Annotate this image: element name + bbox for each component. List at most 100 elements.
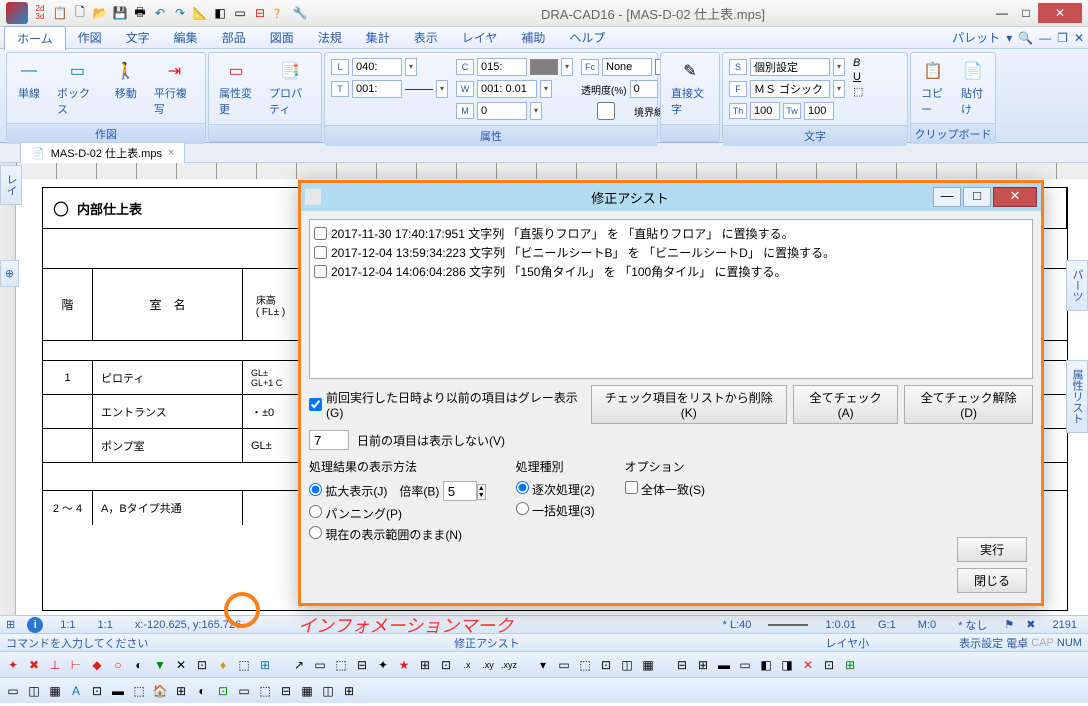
status-icon[interactable]: ✖: [1026, 618, 1035, 631]
font-input[interactable]: [750, 80, 830, 98]
document-tab[interactable]: 📄 MAS-D-02 仕上表.mps ×: [20, 142, 185, 163]
qat-icon[interactable]: 📋: [52, 5, 68, 21]
qat-2d3d-icon[interactable]: 2d3d: [32, 5, 48, 21]
box-button[interactable]: ▭ボックス: [53, 57, 102, 119]
item-checkbox[interactable]: [314, 246, 327, 259]
tool-icon[interactable]: ▬: [715, 656, 733, 674]
days-input[interactable]: [309, 430, 349, 450]
line-button[interactable]: —単線: [13, 57, 45, 103]
execute-button[interactable]: 実行: [957, 537, 1027, 562]
tab-assist[interactable]: 補助: [509, 26, 557, 49]
palette-menu[interactable]: パレット: [952, 29, 1000, 46]
dialog-maximize-button[interactable]: □: [963, 187, 991, 207]
close-tab-icon[interactable]: ×: [168, 147, 174, 159]
tool-icon[interactable]: ○: [109, 656, 127, 674]
sequential-radio[interactable]: 逐次処理(2): [516, 481, 595, 498]
tool-icon[interactable]: ⬚: [130, 682, 148, 700]
tool-icon[interactable]: ⊟: [277, 682, 295, 700]
tool-icon[interactable]: ⊟: [353, 656, 371, 674]
tool-icon[interactable]: ✕: [799, 656, 817, 674]
tab-home[interactable]: ホーム: [4, 26, 66, 50]
tool-icon[interactable]: ◫: [319, 682, 337, 700]
qat-save-icon[interactable]: 💾: [112, 5, 128, 21]
status-layer[interactable]: * L:40: [718, 618, 757, 632]
ribbon-min-icon[interactable]: —: [1039, 31, 1051, 45]
dropdown-icon[interactable]: ▾: [540, 80, 552, 98]
tool-icon[interactable]: .xyz: [500, 656, 518, 674]
tool-icon[interactable]: ↗: [290, 656, 308, 674]
qat-icon[interactable]: 📐: [192, 5, 208, 21]
tool-icon[interactable]: ◆: [88, 656, 106, 674]
parallel-copy-button[interactable]: ⇥平行複写: [150, 57, 199, 119]
dialog-titlebar[interactable]: 修正アシスト — □ ✕: [301, 183, 1041, 211]
m-input[interactable]: [477, 102, 527, 120]
list-item[interactable]: 2017-11-30 17:40:17:951 文字列 「直張りフロア」 を 「…: [314, 224, 1028, 243]
style-input[interactable]: [750, 58, 830, 76]
check-all-button[interactable]: 全てチェック(A): [793, 385, 898, 424]
remove-checked-button[interactable]: チェック項目をリストから削除(K): [591, 385, 787, 424]
status-group[interactable]: G:1: [873, 618, 901, 632]
tool-icon[interactable]: ▭: [311, 656, 329, 674]
tool-icon[interactable]: ⊞: [256, 656, 274, 674]
bold-icon[interactable]: B: [853, 57, 863, 69]
maximize-button[interactable]: □: [1014, 3, 1038, 23]
qat-icon[interactable]: ⊟: [252, 5, 268, 21]
tool-icon[interactable]: ▭: [4, 682, 22, 700]
tab-parts[interactable]: 部品: [210, 26, 258, 49]
transparency-input[interactable]: [630, 80, 658, 98]
side-panel-parts[interactable]: パーツ: [1066, 260, 1088, 311]
tool-icon[interactable]: ⊡: [214, 682, 232, 700]
qat-icon[interactable]: ▭: [232, 5, 248, 21]
copy-button[interactable]: 📋コピー: [917, 57, 949, 119]
command-prompt[interactable]: コマンドを入力してください: [6, 635, 148, 651]
qat-icon[interactable]: 🔧: [292, 5, 308, 21]
panning-radio[interactable]: パンニング(P): [309, 505, 486, 522]
dialog-minimize-button[interactable]: —: [933, 187, 961, 207]
tool-icon[interactable]: ◐: [130, 656, 148, 674]
tool-icon[interactable]: ⊞: [841, 656, 859, 674]
status-calc[interactable]: 電卓: [1006, 635, 1028, 651]
tool-icon[interactable]: ◐: [193, 682, 211, 700]
batch-radio[interactable]: 一括処理(3): [516, 502, 595, 519]
tool-icon[interactable]: ⊢: [67, 656, 85, 674]
tool-icon[interactable]: ⊥: [46, 656, 64, 674]
tab-text[interactable]: 文字: [114, 26, 162, 49]
attr-change-button[interactable]: ▭属性変更: [215, 57, 257, 119]
move-button[interactable]: 🚶移動: [110, 57, 142, 103]
side-panel-tab[interactable]: レイ: [0, 165, 22, 205]
current-range-radio[interactable]: 現在の表示範囲のまま(N): [309, 526, 486, 543]
tool-icon[interactable]: ◧: [757, 656, 775, 674]
linetype-input[interactable]: [352, 80, 402, 98]
tool-icon[interactable]: ♦: [214, 656, 232, 674]
tool-icon[interactable]: ✦: [4, 656, 22, 674]
tool-icon[interactable]: ▦: [639, 656, 657, 674]
tool-icon[interactable]: ▬: [109, 682, 127, 700]
status-scale3[interactable]: 1:0.01: [820, 618, 861, 632]
status-layers[interactable]: レイヤ小: [825, 635, 869, 651]
tool-icon[interactable]: .x: [458, 656, 476, 674]
tab-tally[interactable]: 集計: [354, 26, 402, 49]
status-scale1[interactable]: 1:1: [55, 618, 80, 632]
tool-icon[interactable]: ✦: [374, 656, 392, 674]
dialog-close-button[interactable]: ✕: [993, 187, 1037, 207]
fillcolor-input[interactable]: [602, 58, 652, 76]
tool-icon[interactable]: ⬚: [256, 682, 274, 700]
tool-icon[interactable]: ◨: [778, 656, 796, 674]
status-icon[interactable]: ⚑: [1004, 618, 1014, 631]
tab-help[interactable]: ヘルプ: [557, 26, 617, 49]
status-display[interactable]: 表示設定: [959, 635, 1003, 651]
tool-icon[interactable]: ⊡: [193, 656, 211, 674]
tab-draw[interactable]: 作図: [66, 26, 114, 49]
color-swatch[interactable]: [530, 59, 558, 75]
tool-icon[interactable]: ▦: [46, 682, 64, 700]
tool-icon[interactable]: ◫: [618, 656, 636, 674]
tool-icon[interactable]: ⊡: [88, 682, 106, 700]
tab-edit[interactable]: 編集: [162, 26, 210, 49]
qat-redo-icon[interactable]: ↷: [172, 5, 188, 21]
tab-layer[interactable]: レイヤ: [450, 26, 510, 49]
tool-icon[interactable]: .xy: [479, 656, 497, 674]
minimize-button[interactable]: —: [990, 3, 1014, 23]
close-button[interactable]: ✕: [1038, 3, 1082, 23]
tool-icon[interactable]: ⊞: [340, 682, 358, 700]
qat-help-icon[interactable]: ？: [272, 5, 288, 21]
